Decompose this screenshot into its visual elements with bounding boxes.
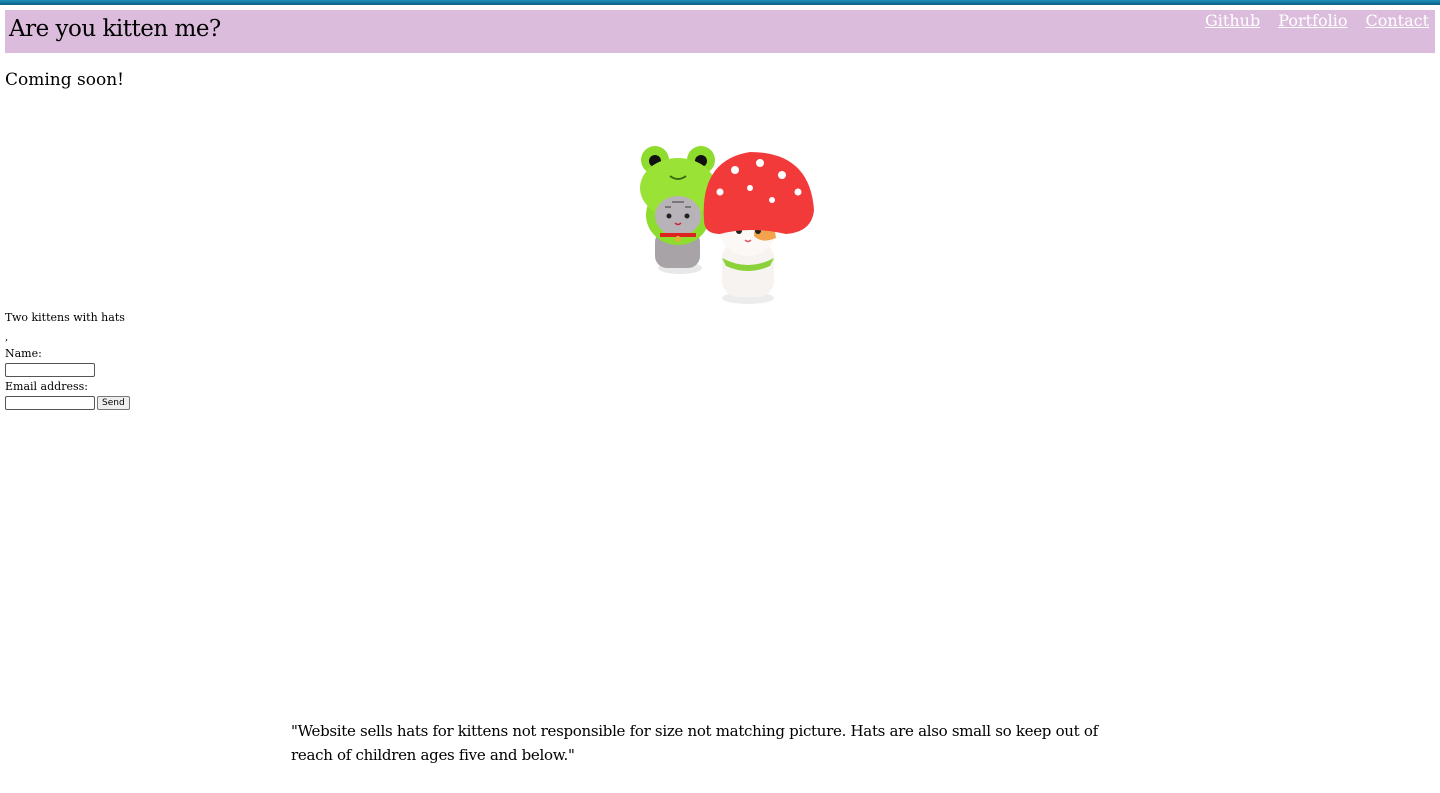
disclaimer-text: "Website sells hats for kittens not resp…	[291, 722, 1098, 764]
name-input[interactable]	[5, 363, 95, 377]
email-label: Email address:	[5, 380, 88, 393]
mushroom-hat-kitten	[703, 152, 814, 304]
site-header: Are you kitten me? Github Portfolio Cont…	[5, 10, 1435, 53]
name-label: Name:	[5, 347, 42, 360]
nav-link-contact[interactable]: Contact	[1365, 11, 1429, 31]
nav-link-github[interactable]: Github	[1205, 11, 1260, 31]
email-input[interactable]	[5, 396, 95, 410]
email-row: Send	[5, 396, 130, 410]
coming-soon-heading: Coming soon!	[5, 70, 125, 90]
image-caption: Two kittens with hats	[5, 311, 125, 324]
signup-form: Name: Email address: Send	[5, 347, 130, 410]
site-title: Are you kitten me?	[9, 16, 221, 42]
site-nav: Github Portfolio Contact	[1205, 11, 1429, 31]
kittens-with-hats-image	[640, 146, 814, 304]
browser-top-strip	[0, 0, 1440, 5]
stray-comma: ,	[5, 332, 9, 343]
nav-link-portfolio[interactable]: Portfolio	[1278, 11, 1347, 31]
send-button[interactable]: Send	[97, 396, 130, 410]
